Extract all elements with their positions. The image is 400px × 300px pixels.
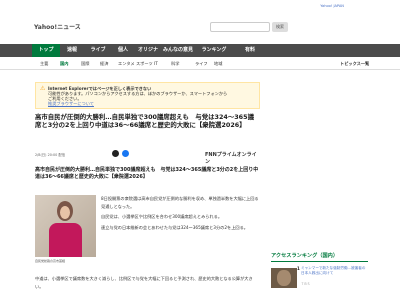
article-paragraph: 自民党は、小選挙区や比例区を合わせ300議席超えとみられる。: [101, 214, 223, 219]
sub-nav-item[interactable]: スポーツ: [136, 61, 153, 67]
top-links[interactable]: Yahoo! JAPAN: [320, 4, 344, 8]
global-nav-item[interactable]: ランキング: [196, 44, 232, 57]
article-headline: 高市自民が圧倒的大勝利…自民単独で300議席超えも 与党は324～365議席と3…: [35, 113, 254, 130]
sub-nav-item[interactable]: 地域: [214, 61, 222, 67]
article-paragraph: 中道は、小選挙区で議席数を大きく減らし、比例区で与党を大幅に下回ると予測され、歴…: [35, 276, 253, 289]
article-photo[interactable]: [35, 195, 96, 257]
sub-nav-item[interactable]: 国際: [81, 61, 89, 67]
ranking-item-meta: ＴＢＳ: [301, 282, 311, 286]
site-logo[interactable]: Yahoo!ニュース: [34, 22, 84, 32]
global-nav-item[interactable]: 有料: [232, 44, 268, 57]
sub-nav-item[interactable]: エンタメ: [118, 61, 135, 67]
search-input[interactable]: [210, 22, 270, 32]
top-bar: Yahoo! JAPAN: [0, 0, 400, 12]
article-meta: 2/8(日) 20:00 配信 FNNプライムオンライン: [35, 150, 260, 165]
global-nav-item[interactable]: ライブ: [86, 44, 110, 57]
facebook-share-icon[interactable]: [122, 150, 129, 157]
sub-nav-item[interactable]: IT: [154, 61, 158, 66]
article-paragraph: 8日投開票の衆院選は高市自民党が圧倒的な勝利を収め、単独過半数を大幅に上回る見通…: [101, 196, 259, 209]
ranking-number: 1: [297, 266, 300, 271]
global-nav-item[interactable]: オリジナル: [136, 44, 160, 66]
article-date: 2/8(日) 20:00 配信: [35, 153, 66, 157]
topics-list-link[interactable]: トピックス一覧: [340, 61, 369, 67]
access-ranking: アクセスランキング（国内） 1 ミャンマーで新たな強制労働…被害者の日本人救出に…: [271, 252, 368, 288]
x-share-icon[interactable]: [112, 150, 119, 157]
article-subhead: 高市自民が圧倒的大勝利…自民単独で300議席超えも 与党は324～365議席と3…: [35, 167, 259, 181]
source-logo[interactable]: FNNプライムオンライン: [205, 151, 260, 165]
warning-icon: ⚠: [40, 85, 46, 92]
notice-link[interactable]: 推奨ブラウザーについて: [48, 101, 255, 106]
sub-nav-item[interactable]: 主要: [40, 61, 48, 67]
sub-nav-item[interactable]: 経済: [100, 61, 108, 67]
ranking-thumbnail-figure: [277, 270, 291, 286]
article-body: 8日投開票の衆院選は高市自民党が圧倒的な勝利を収め、単独過半数を大幅に上回る見通…: [101, 195, 261, 234]
photo-face: [60, 206, 70, 219]
search-button[interactable]: 検索: [272, 22, 288, 32]
global-nav-item[interactable]: みんなの意見: [161, 44, 195, 57]
sub-nav: 主要 国内 国際 経済 エンタメ スポーツ IT 科学 ライフ 地域 トピックス…: [0, 58, 400, 70]
sub-nav-item-active[interactable]: 国内: [60, 61, 68, 67]
global-nav-item[interactable]: 速報: [60, 44, 84, 57]
sub-nav-item[interactable]: ライフ: [195, 61, 208, 67]
global-nav-item[interactable]: トップ: [32, 44, 60, 57]
photo-caption: 自民党総裁の高市首相: [35, 259, 66, 263]
sub-nav-item[interactable]: 科学: [171, 61, 179, 67]
global-nav: トップ 速報 ライブ 個人 オリジナル みんなの意見 ランキング 有料: [0, 44, 400, 66]
ranking-title: アクセスランキング（国内）: [271, 252, 368, 262]
article-paragraph: 連立与党の日本維新の会とあわせた与党は324～365議席と3分の2を上回る。: [101, 224, 248, 230]
photo-jacket: [49, 223, 82, 257]
global-nav-item[interactable]: 個人: [111, 44, 135, 57]
browser-notice: ⚠ Internet Explorerではページを正しく表示できない 可能性があ…: [35, 82, 260, 109]
ranking-item-link[interactable]: ミャンマーで新たな強制労働…被害者の日本人救出に向けて: [301, 266, 367, 276]
